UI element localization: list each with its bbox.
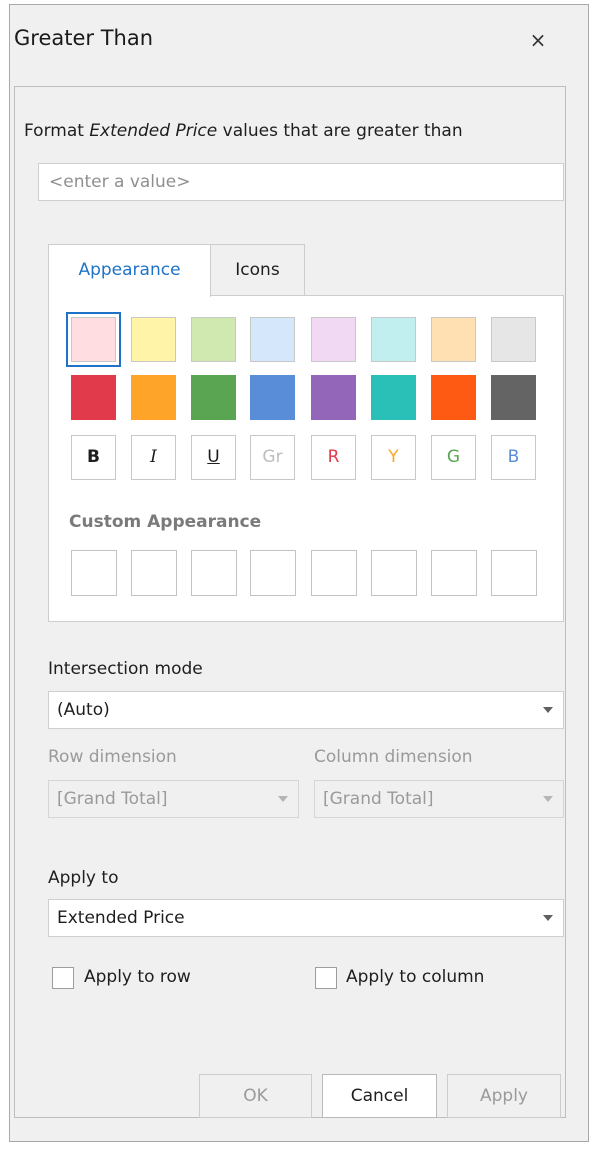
tab-appearance[interactable]: Appearance <box>48 244 211 297</box>
format-button[interactable]: I <box>131 435 176 480</box>
light-color-swatch[interactable] <box>131 317 176 362</box>
row-dimension-select[interactable]: [Grand Total] <box>48 780 299 818</box>
appearance-panel <box>48 295 564 622</box>
custom-appearance-slot[interactable] <box>71 550 117 596</box>
chevron-down-icon <box>543 796 553 802</box>
dark-color-swatch[interactable] <box>431 375 476 420</box>
light-color-swatch[interactable] <box>431 317 476 362</box>
dark-color-swatch[interactable] <box>491 375 536 420</box>
apply-to-label: Apply to <box>48 868 119 888</box>
apply-to-column-label: Apply to column <box>346 967 485 987</box>
custom-appearance-slot[interactable] <box>371 550 417 596</box>
dark-color-swatch[interactable] <box>131 375 176 420</box>
light-color-swatch[interactable] <box>371 317 416 362</box>
chevron-down-icon <box>278 796 288 802</box>
cancel-button[interactable]: Cancel <box>322 1074 437 1118</box>
dark-color-swatch[interactable] <box>311 375 356 420</box>
condition-prompt: Format Extended Price values that are gr… <box>24 121 463 141</box>
format-button[interactable]: R <box>311 435 356 480</box>
custom-appearance-slot[interactable] <box>491 550 537 596</box>
value-input[interactable]: <enter a value> <box>38 163 564 201</box>
apply-to-select[interactable]: Extended Price <box>48 899 564 937</box>
dialog-title: Greater Than <box>14 26 154 50</box>
light-color-swatch[interactable] <box>71 317 116 362</box>
custom-appearance-slot[interactable] <box>191 550 237 596</box>
prompt-suffix: values that are greater than <box>217 121 463 141</box>
ok-button[interactable]: OK <box>199 1074 312 1118</box>
dark-color-swatch[interactable] <box>371 375 416 420</box>
light-color-swatch[interactable] <box>491 317 536 362</box>
dark-color-swatch[interactable] <box>191 375 236 420</box>
apply-to-value: Extended Price <box>57 908 185 928</box>
apply-to-row-checkbox[interactable] <box>52 967 74 989</box>
format-button[interactable]: B <box>71 435 116 480</box>
chevron-down-icon <box>543 707 553 713</box>
apply-button[interactable]: Apply <box>447 1074 561 1118</box>
intersection-mode-label: Intersection mode <box>48 659 203 679</box>
row-dimension-value: [Grand Total] <box>57 789 168 809</box>
apply-to-column-checkbox[interactable] <box>315 967 337 989</box>
dark-color-swatch[interactable] <box>71 375 116 420</box>
custom-appearance-slot[interactable] <box>250 550 296 596</box>
format-button[interactable]: U <box>191 435 236 480</box>
format-button[interactable]: Gr <box>250 435 295 480</box>
column-dimension-label: Column dimension <box>314 747 473 767</box>
intersection-mode-value: (Auto) <box>57 700 110 720</box>
column-dimension-value: [Grand Total] <box>323 789 434 809</box>
custom-appearance-slot[interactable] <box>311 550 357 596</box>
format-button[interactable]: B <box>491 435 536 480</box>
custom-appearance-slot[interactable] <box>431 550 477 596</box>
light-color-swatch[interactable] <box>311 317 356 362</box>
prompt-field-name: Extended Price <box>89 121 218 141</box>
intersection-mode-select[interactable]: (Auto) <box>48 691 564 729</box>
close-icon[interactable]: × <box>526 28 550 52</box>
row-dimension-label: Row dimension <box>48 747 177 767</box>
column-dimension-select[interactable]: [Grand Total] <box>314 780 564 818</box>
tab-icons[interactable]: Icons <box>210 244 305 296</box>
light-color-swatch[interactable] <box>191 317 236 362</box>
format-button[interactable]: Y <box>371 435 416 480</box>
apply-to-row-label: Apply to row <box>84 967 191 987</box>
chevron-down-icon <box>543 915 553 921</box>
prompt-prefix: Format <box>24 121 90 141</box>
format-button[interactable]: G <box>431 435 476 480</box>
light-color-swatch[interactable] <box>250 317 295 362</box>
dark-color-swatch[interactable] <box>250 375 295 420</box>
custom-appearance-label: Custom Appearance <box>69 512 262 532</box>
custom-appearance-slot[interactable] <box>131 550 177 596</box>
